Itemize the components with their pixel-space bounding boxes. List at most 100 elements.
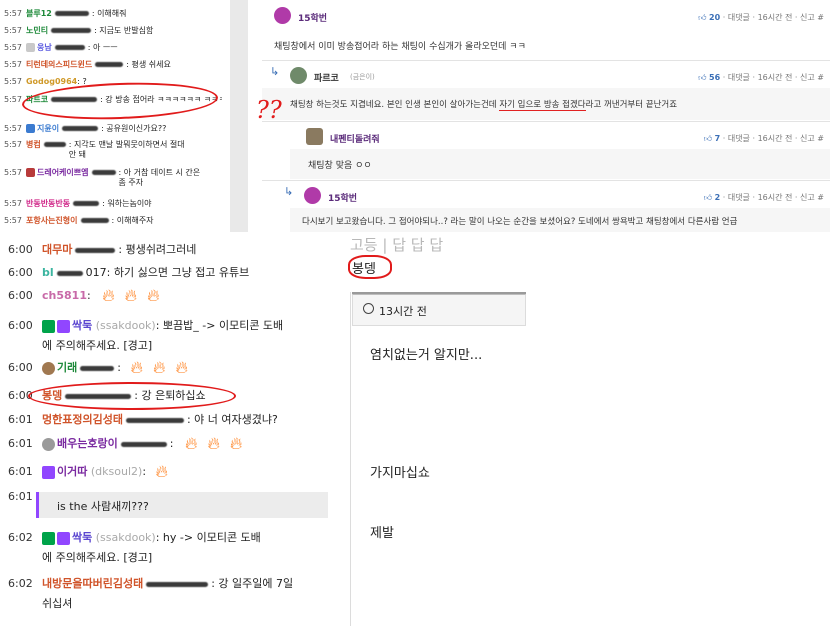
moderator-sword-icon bbox=[42, 531, 55, 545]
chat-username[interactable]: 멍한표정의김성태 bbox=[42, 413, 123, 426]
comment-header: 15학번 👍︎ 20 · 대댓글 · 16시간 전 · 신고 # bbox=[262, 2, 830, 30]
chat-time: 5:57 bbox=[4, 43, 22, 52]
chat-username[interactable]: bl bbox=[42, 266, 54, 279]
chat-message: 에 주의해주세요. [경고] bbox=[42, 551, 153, 564]
chat-username[interactable]: 파트코 bbox=[26, 95, 48, 104]
chat-username[interactable]: 병컴 bbox=[26, 140, 41, 149]
hash-link[interactable]: # bbox=[817, 134, 824, 143]
blurred-id bbox=[80, 218, 109, 223]
prime-badge-icon bbox=[42, 465, 55, 479]
fire-emote-icon: 🔥︎ bbox=[184, 433, 198, 454]
chat-row: 5:57 반동반동반동: 워하는놈이야 bbox=[4, 198, 152, 209]
avatar[interactable] bbox=[290, 67, 307, 84]
large-chat-panel: 6:00 대무마: 평생쉬려그러네 6:00 bl 017: 하기 싫으면 그냥 접고… bbox=[0, 236, 344, 626]
fire-emote-icon: 🔥︎ bbox=[207, 433, 220, 454]
comment-text: 채팅창 맞음 ㅇㅇ bbox=[308, 161, 372, 171]
chat-time: 6:00 bbox=[8, 243, 33, 256]
comment-meta: 👍︎ 7 · 대댓글 · 16시간 전 · 신고 # bbox=[703, 134, 824, 143]
chat-message: : ? bbox=[77, 77, 87, 86]
chat-username[interactable]: 노민티 bbox=[26, 26, 48, 35]
chat-username[interactable]: 웅남 bbox=[37, 43, 52, 52]
avatar-icon bbox=[25, 43, 35, 52]
chat-username[interactable]: 드레어케이쁘엠 bbox=[37, 168, 89, 177]
chat-time: 5:57 bbox=[4, 168, 22, 177]
chat-username[interactable]: Godog0964 bbox=[26, 77, 77, 86]
chat-username[interactable]: 기래 bbox=[57, 361, 77, 374]
comment-body: 채팅창에서 이미 방송접어라 하는 채팅이 수십개가 올라오던데 ㅋㅋ bbox=[262, 30, 830, 60]
chat-message: : hy -> 이모티콘 도배 bbox=[155, 531, 261, 544]
report-link[interactable]: 신고 bbox=[800, 13, 815, 22]
comment-nickname[interactable]: 15학번 bbox=[298, 11, 327, 24]
chat-time: 6:00 bbox=[8, 361, 33, 374]
like-count: 56 bbox=[709, 73, 721, 82]
hash-link[interactable]: # bbox=[817, 13, 824, 22]
chat-row: 5:57 지윤이: 공유원이신가요?? bbox=[4, 123, 166, 134]
chat-time: 5:57 bbox=[4, 9, 22, 18]
chat-message: : bbox=[86, 289, 91, 302]
chat-username[interactable]: 이거따 bbox=[57, 465, 87, 478]
chat-username[interactable]: 배우는호랑이 bbox=[57, 437, 118, 450]
report-link[interactable]: 신고 bbox=[800, 134, 815, 143]
chat-time: 6:00 bbox=[8, 266, 33, 279]
hash-link[interactable]: # bbox=[817, 73, 824, 82]
chat-username[interactable]: 봉뎅 bbox=[42, 389, 62, 402]
chat-username[interactable]: 싹둑 bbox=[72, 531, 92, 544]
chat-message: : 평생쉬려그러네 bbox=[118, 243, 197, 256]
blurred-id bbox=[62, 126, 99, 131]
content-border bbox=[350, 292, 351, 626]
reply-link[interactable]: 대댓글 bbox=[728, 73, 750, 82]
chat-username[interactable]: ch5811 bbox=[42, 289, 87, 302]
avatar[interactable] bbox=[306, 128, 323, 145]
detail-line: 염치없는거 알지만... bbox=[370, 348, 483, 363]
chat-username[interactable]: 싹둑 bbox=[72, 319, 92, 332]
chat-username[interactable]: 블루12 bbox=[26, 9, 52, 18]
quoted-message: is the 사람새끼??? bbox=[36, 492, 328, 518]
avatar[interactable] bbox=[304, 187, 321, 204]
chat-username[interactable]: 반동반동반동 bbox=[26, 199, 70, 208]
thumbs-up-icon[interactable]: 👍︎ bbox=[698, 13, 706, 22]
chat-username[interactable]: 대무마 bbox=[42, 243, 72, 256]
comment-nickname[interactable]: 내펜티돌려줘 bbox=[330, 132, 380, 145]
chat-username[interactable]: 지윤이 bbox=[37, 124, 59, 133]
chat-time: 6:00 bbox=[8, 389, 33, 402]
chat-row: 5:57 병컴: 지각도 맨날 발뭐뭇이하면서 절대안 돼 bbox=[4, 140, 189, 160]
blurred-id bbox=[56, 270, 83, 276]
post-time: 13시간 전 bbox=[379, 305, 427, 318]
thumbs-up-icon[interactable]: 👍︎ bbox=[698, 73, 706, 82]
moderator-sword-icon bbox=[42, 319, 55, 333]
comment-body: 다시보기 보고왔습니다. 그 접어야되나..? 라는 말이 나오는 순간을 보셨… bbox=[290, 208, 830, 232]
fire-emote-icon: 🔥︎ bbox=[124, 285, 138, 306]
report-link[interactable]: 신고 bbox=[800, 73, 815, 82]
comment-nickname[interactable]: 15학번 bbox=[328, 191, 357, 204]
chat-login: (ssakdook) bbox=[95, 319, 156, 332]
chat-time: 6:01 bbox=[8, 413, 33, 426]
author-name[interactable]: 봉뎅 bbox=[352, 258, 376, 277]
question-marks-annotation: ?? bbox=[256, 96, 282, 124]
reply-arrow-icon: ↳ bbox=[270, 65, 280, 78]
comment-body: 채팅창 맞음 ㅇㅇ bbox=[290, 149, 830, 179]
thumbs-up-icon[interactable]: 👍︎ bbox=[704, 134, 712, 143]
reply-link[interactable]: 대댓글 bbox=[728, 193, 750, 202]
chat-time: 5:57 bbox=[4, 124, 22, 133]
chat-message: : 야 너 여자생겼냐? bbox=[186, 413, 278, 426]
like-count: 20 bbox=[709, 13, 721, 22]
comment-text: 채팅창 하는것도 지겹네요. 본인 인생 본인이 살아가는건데 자기 입으로 방… bbox=[290, 98, 677, 111]
chat-row: 6:00 bl 017: 하기 싫으면 그냥 접고 유튜브 bbox=[8, 265, 249, 280]
reply-link[interactable]: 대댓글 bbox=[728, 13, 750, 22]
thumbs-up-icon[interactable]: 👍︎ bbox=[704, 193, 712, 202]
hash-link[interactable]: # bbox=[817, 193, 824, 202]
avatar[interactable] bbox=[274, 7, 291, 24]
chat-message: : 강 방송 접어라 ㅋㅋㅋㅋㅋㅋ ㅋㅋㅋ bbox=[100, 95, 222, 104]
chat-row: 6:00 대무마 : 평생쉬려그러네 bbox=[8, 242, 196, 257]
verified-check-icon bbox=[57, 319, 70, 333]
chat-row-continuation: 에 주의해주세요. [경고] bbox=[42, 338, 152, 353]
chat-row: 5:57 포항사는진형이: 이해해주자 bbox=[4, 215, 154, 226]
report-link[interactable]: 신고 bbox=[800, 193, 815, 202]
chat-username[interactable]: 티런데의스피드윈드 bbox=[26, 60, 92, 69]
chat-row-continuation: 쉬십셔 bbox=[42, 596, 72, 611]
comment-detail-panel: 고등 | 답 답 답 봉뎅 13시간 전 염치없는거 알지만... 가지마십쇼 … bbox=[344, 236, 830, 626]
comment-nickname[interactable]: 파르코 bbox=[314, 71, 339, 84]
reply-link[interactable]: 대댓글 bbox=[728, 134, 750, 143]
chat-username[interactable]: 내방문을따버린김성태 bbox=[42, 577, 143, 590]
chat-username[interactable]: 포항사는진형이 bbox=[26, 216, 78, 225]
